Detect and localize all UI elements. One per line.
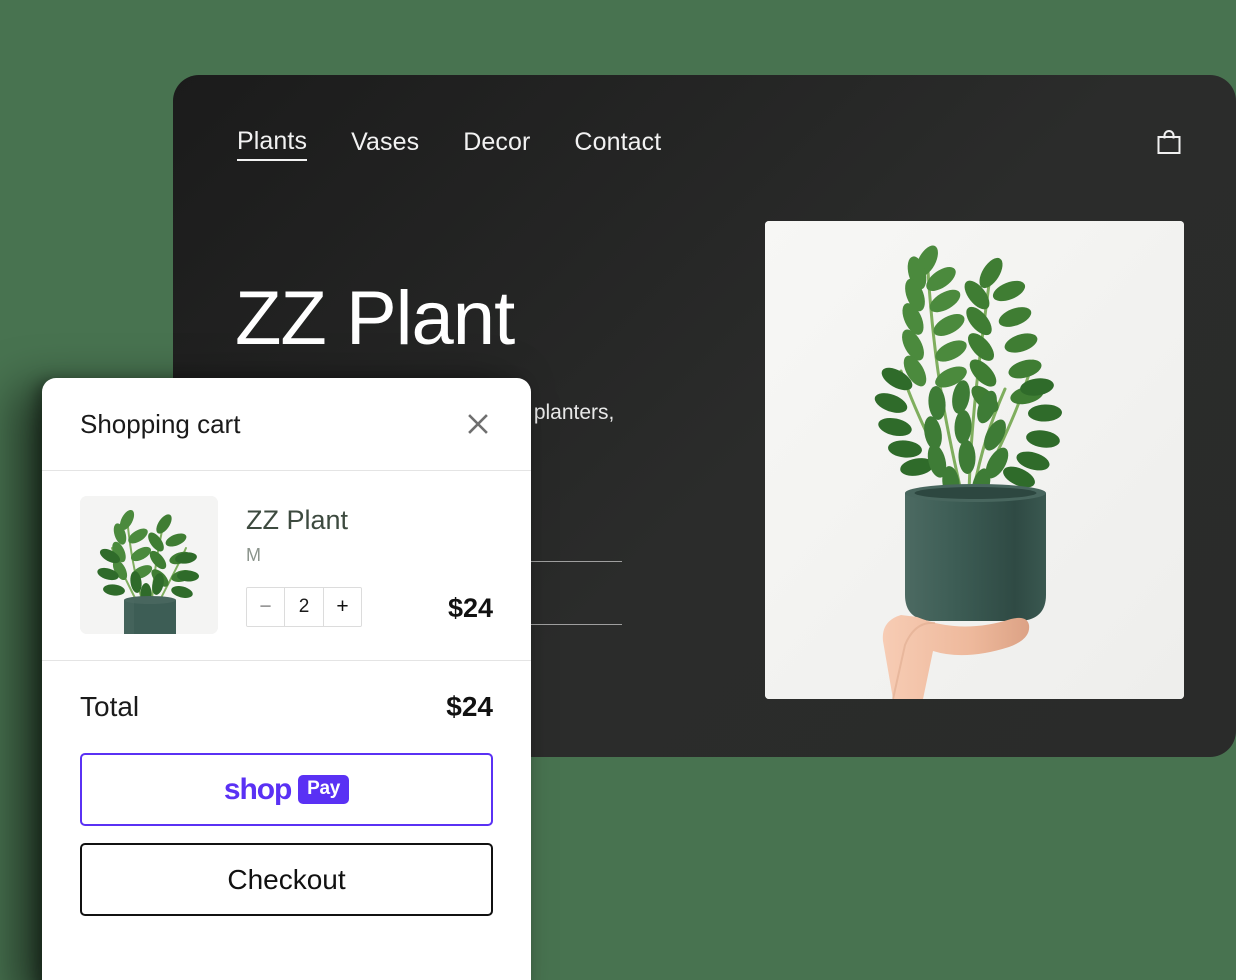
cart-title: Shopping cart — [80, 408, 241, 439]
line-item-variant: M — [246, 544, 261, 565]
line-item-price: $24 — [447, 593, 493, 623]
shopping-bag-icon[interactable] — [1152, 125, 1186, 159]
cart-line-item: ZZ Plant M − 2 + $24 — [42, 471, 531, 661]
checkout-button[interactable]: Checkout — [80, 843, 493, 916]
total-label: Total — [80, 691, 140, 722]
nav-item-plants[interactable]: Plants — [237, 127, 308, 161]
product-photo — [765, 221, 1184, 699]
cart-header: Shopping cart — [42, 378, 531, 471]
total-value: $24 — [446, 691, 493, 722]
main-navigation: Plants Vases Decor Contact — [237, 127, 661, 161]
total-row: Total $24 — [80, 661, 493, 753]
nav-item-contact[interactable]: Contact — [574, 128, 661, 160]
nav-item-vases[interactable]: Vases — [351, 128, 419, 160]
quantity-stepper: − 2 + — [246, 586, 362, 627]
line-item-name: ZZ Plant — [246, 505, 349, 535]
shop-pay-badge: Pay — [298, 775, 350, 804]
line-item-thumbnail[interactable] — [80, 496, 218, 634]
shop-pay-logo: shop Pay — [223, 772, 350, 807]
shopping-cart-panel: Shopping cart ZZ Plant M − 2 + $24 Total… — [42, 378, 531, 980]
nav-item-decor[interactable]: Decor — [463, 128, 530, 160]
close-icon[interactable] — [463, 409, 493, 439]
increase-quantity-button[interactable]: + — [323, 587, 361, 626]
shop-pay-button[interactable]: shop Pay — [80, 753, 493, 826]
decrease-quantity-button[interactable]: − — [247, 587, 285, 626]
page-title: ZZ Plant — [235, 276, 515, 361]
shop-pay-wordmark: shop — [223, 772, 292, 806]
cart-footer: Total $24 shop Pay Checkout — [42, 661, 531, 916]
quantity-value[interactable]: 2 — [285, 587, 323, 626]
